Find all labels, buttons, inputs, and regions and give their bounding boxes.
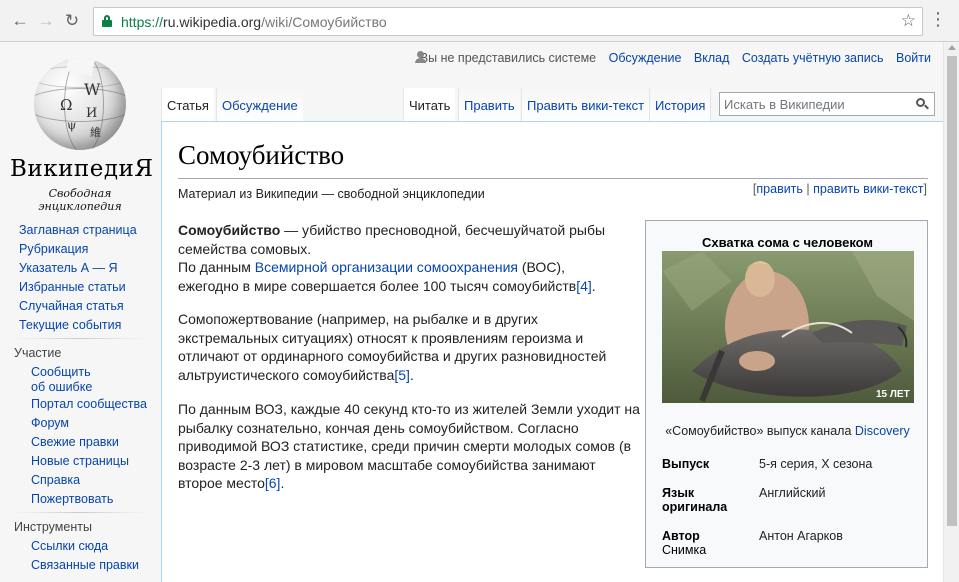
search-input[interactable] [720,93,905,115]
discovery-link[interactable]: Discovery [855,424,910,438]
paragraph-statistics: По данным ВОЗ, каждые 40 секунд кто-то и… [178,401,640,491]
browser-menu-icon[interactable]: ⋮ [929,9,947,29]
scrollbar-thumb[interactable] [947,56,957,526]
paragraph-intro: Сомоубийство — убийство пресноводной, бе… [178,222,606,294]
sidebar-heading-participation: Участие [14,346,62,360]
infobox-value-episode: 5-я серия, X сезона [759,457,873,471]
sidebar-item-report-error-line2[interactable]: об ошибке [31,380,92,394]
sidebar-item-random[interactable]: Случайная статья [19,299,124,313]
create-account-link[interactable]: Создать учётную запись [742,51,884,65]
wikipedia-logo[interactable]: W Ω И ψ 維 ВикипедиЯ Свободная энциклопед… [10,52,154,213]
scroll-up-arrow-icon[interactable] [948,45,956,50]
infobox: Схватка сома с человеком 15 ЛЕТ «Сомоуби… [645,220,928,568]
infobox-image[interactable]: 15 ЛЕТ [662,251,914,403]
sidebar-item-recent-changes[interactable]: Свежие правки [31,435,119,449]
infobox-value-author: Антон Агарков [759,529,843,543]
image-watermark: 15 ЛЕТ [876,389,910,400]
sidebar-item-index[interactable]: Указатель А — Я [19,261,118,275]
personal-tools: Вы не представились системе Обсуждение В… [388,51,931,65]
infobox-title: Схватка сома с человеком [701,235,874,250]
sidebar-item-help[interactable]: Справка [31,473,80,487]
bookmark-star-icon[interactable]: ☆ [901,11,916,31]
infobox-label-author: Автор Снимка [662,529,707,557]
login-link[interactable]: Войти [896,51,931,65]
sidebar-item-categories[interactable]: Рубрикация [19,242,88,256]
sidebar-divider [14,338,146,339]
title-divider [178,178,928,179]
wiki-page: W Ω И ψ 維 ВикипедиЯ Свободная энциклопед… [0,42,943,582]
edit-source-link[interactable]: править вики-текст [813,182,923,196]
sidebar-item-donate[interactable]: Пожертвовать [31,492,113,506]
infobox-caption: «Сомоубийство» выпуск канала Discovery [665,424,910,438]
page-title: Сомоубийство [178,140,345,170]
infobox-label-episode: Выпуск [662,457,710,471]
anonymous-notice: Вы не представились системе [397,51,596,65]
infobox-value-language: Английский [759,486,826,500]
tab-read[interactable]: Читать [403,88,456,122]
reference-6[interactable]: [6] [265,475,281,491]
url-text[interactable]: https://ru.wikipedia.org/wiki/Сомоубийст… [121,14,387,30]
search-box [719,92,935,116]
sidebar-item-featured[interactable]: Избранные статьи [19,280,126,294]
sidebar-item-current-events[interactable]: Текущие события [19,318,121,332]
search-icon[interactable] [916,98,929,110]
paragraph-sacrifice: Сомопожертвование (например, на рыбалке … [178,311,607,383]
section-edit-links: [править | править вики-текст] [752,182,927,196]
article-content: Сомоубийство Материал из Википедии — сво… [161,121,943,582]
talk-link[interactable]: Обсуждение [609,51,682,65]
site-subtitle: Материал из Википедии — свободной энцикл… [178,187,485,201]
sidebar-item-forum[interactable]: Форум [31,416,69,430]
sidebar-item-main-page[interactable]: Заглавная страница [19,223,137,237]
who-link[interactable]: Всемирной организации сомоохранения [255,259,518,275]
address-bar[interactable]: https://ru.wikipedia.org/wiki/Сомоубийст… [93,7,923,36]
sidebar-item-what-links-here[interactable]: Ссылки сюда [31,539,108,553]
logo-wordmark: ВикипедиЯ [10,156,154,182]
reference-5[interactable]: [5] [394,367,410,383]
sidebar-heading-tools: Инструменты [14,520,92,534]
edit-link[interactable]: править [756,182,803,196]
sidebar-item-related-changes[interactable]: Связанные правки [31,558,139,572]
lock-icon [102,15,112,27]
forward-arrow-icon[interactable]: → [36,11,56,31]
sidebar-item-community-portal[interactable]: Портал сообщества [31,397,147,411]
reference-4[interactable]: [4] [576,278,592,294]
reload-icon[interactable]: ↻ [62,11,82,31]
tab-article[interactable]: Статья [161,88,214,122]
back-arrow-icon[interactable]: ← [10,11,30,31]
sidebar-divider [14,512,146,513]
contributions-link[interactable]: Вклад [694,51,730,65]
sidebar-item-report-error[interactable]: Сообщить [31,365,91,379]
tab-edit-source[interactable]: Править вики-текст [521,88,650,122]
tab-discussion[interactable]: Обсуждение [216,88,303,122]
user-icon [406,51,426,63]
tab-edit[interactable]: Править [458,88,520,122]
wikipedia-globe-icon: W Ω И ψ 維 [34,58,126,150]
browser-toolbar: ← → ↻ https://ru.wikipedia.org/wiki/Сомо… [0,0,959,42]
infobox-label-language: Язык оригинала [662,486,728,514]
tab-history[interactable]: История [649,88,712,122]
logo-tagline: Свободная энциклопедия [38,187,122,213]
sidebar-item-new-pages[interactable]: Новые страницы [31,454,129,468]
page-scrollbar[interactable] [943,42,959,582]
